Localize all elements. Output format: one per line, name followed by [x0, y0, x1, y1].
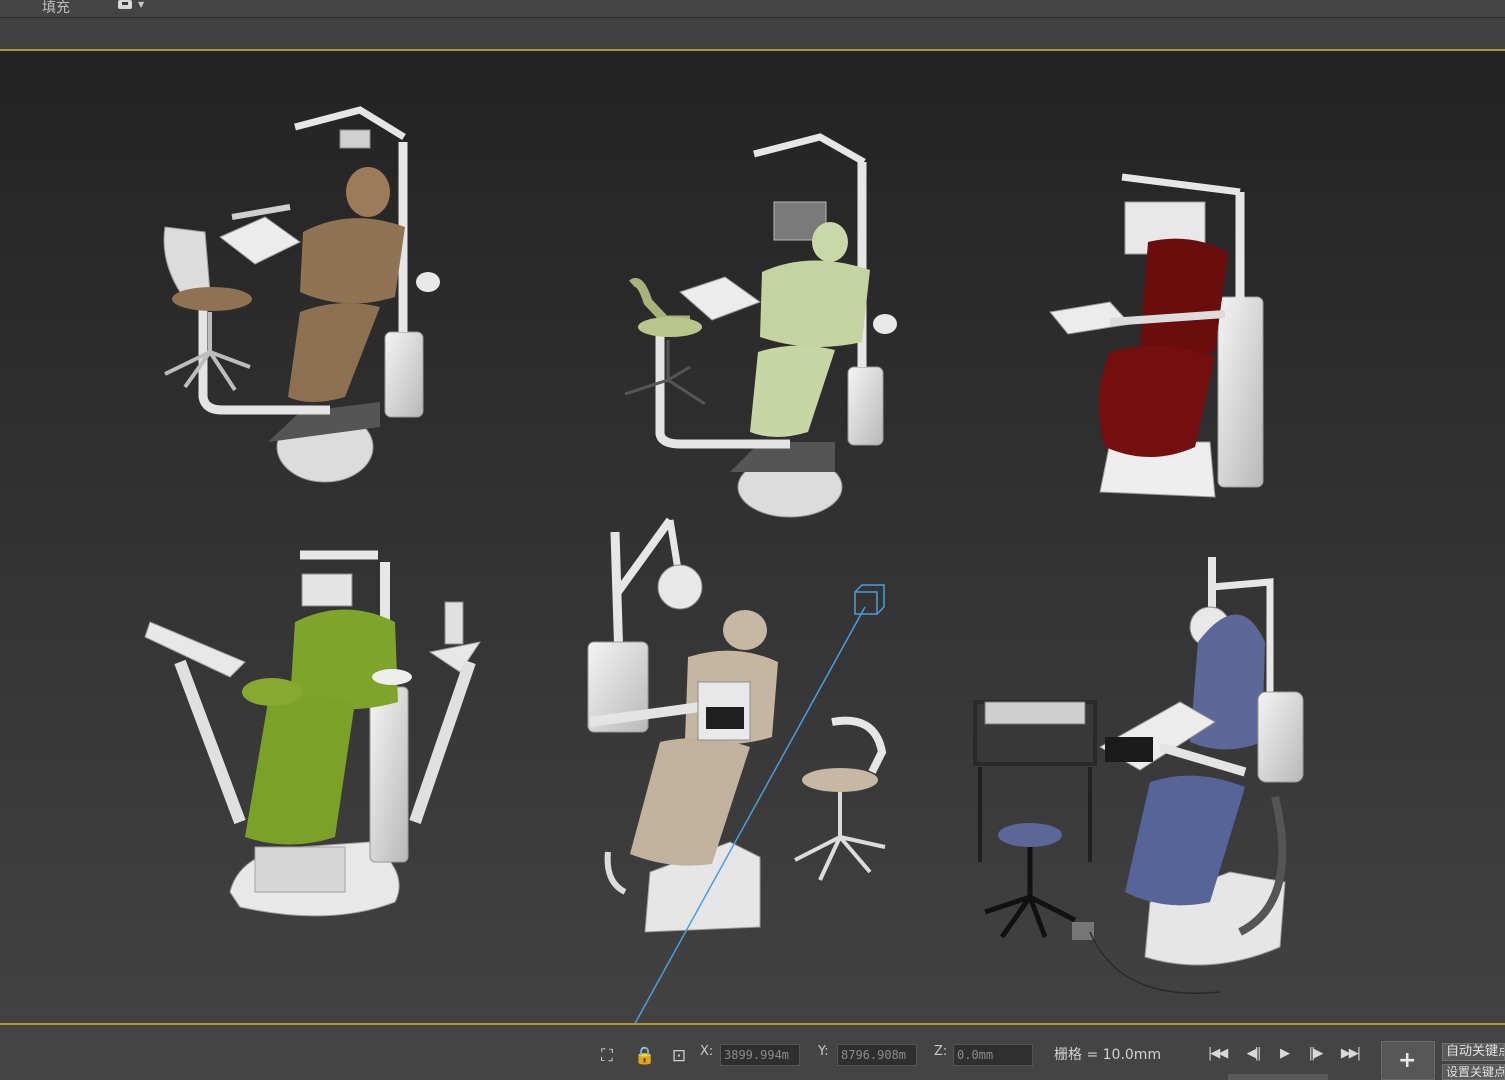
set-key-icon[interactable]: + [1381, 1041, 1435, 1080]
fill-label: 填充 [42, 0, 70, 16]
dental-chair-blue[interactable] [973, 557, 1304, 994]
go-to-end-icon[interactable]: ▶▶| [1337, 1043, 1363, 1065]
y-coord-field[interactable]: 8796.908m [837, 1044, 917, 1066]
dental-chair-beige[interactable] [587, 517, 887, 933]
z-coord-field[interactable]: 0.0mm [953, 1044, 1033, 1066]
set-key-button[interactable]: 设置关键点 [1442, 1064, 1505, 1080]
dental-chair-brown[interactable] [163, 106, 440, 483]
top-toolbar: 填充 ▼ [0, 0, 1505, 18]
layer-dropdown-icon[interactable]: ▼ [118, 0, 150, 12]
grid-size-readout: 栅格 = 10.0mm [1054, 1047, 1162, 1063]
selection-lock-icon[interactable]: ⛶ [596, 1045, 618, 1067]
next-frame-icon[interactable]: ||▶ [1302, 1043, 1328, 1065]
go-to-start-icon[interactable]: |◀◀ [1204, 1043, 1230, 1065]
play-icon[interactable]: ▶ [1271, 1043, 1297, 1065]
time-slider-strip[interactable] [1228, 1074, 1328, 1080]
x-coord-label: X: [700, 1044, 714, 1059]
dental-chair-dark-red[interactable] [1049, 173, 1264, 498]
dental-chair-light-green[interactable] [624, 133, 897, 518]
absolute-mode-icon[interactable]: 🔒 [634, 1045, 656, 1067]
isolate-icon[interactable]: ⊡ [668, 1045, 690, 1067]
x-coord-field[interactable]: 3899.994m [720, 1044, 800, 1066]
y-coord-label: Y: [818, 1044, 829, 1059]
auto-key-button[interactable]: 自动关键点 [1442, 1043, 1505, 1061]
ribbon-strip [0, 18, 1505, 49]
previous-frame-icon[interactable]: ◀|| [1240, 1043, 1266, 1065]
status-bar: ⛶ 🔒 ⊡ X: 3899.994m Y: 8796.908m Z: 0.0mm… [0, 1025, 1505, 1080]
perspective-viewport[interactable] [0, 49, 1505, 1025]
z-coord-label: Z: [934, 1044, 948, 1059]
scene-canvas[interactable] [0, 51, 1505, 1025]
dental-chair-lime-green[interactable] [144, 550, 482, 917]
